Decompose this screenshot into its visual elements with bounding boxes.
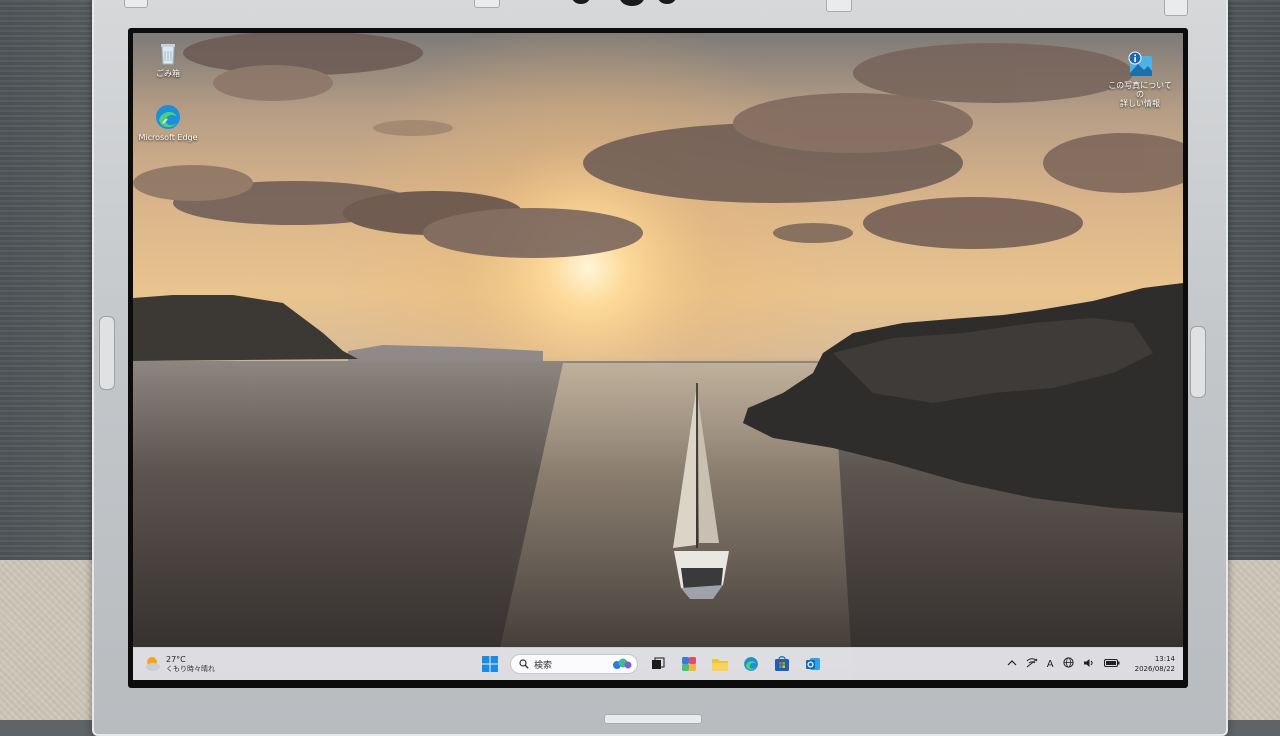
- outlook-button[interactable]: [802, 653, 824, 675]
- webcam: [620, 0, 644, 6]
- desktop-icon-recycle-bin[interactable]: ごみ箱: [133, 39, 203, 78]
- desktop-icon-edge[interactable]: Microsoft Edge: [133, 103, 203, 142]
- taskbar-search-box[interactable]: 検索: [510, 654, 638, 674]
- windows-desktop: ごみ箱 Microsoft Edge この写真についての 詳しい情報 27°C …: [133, 33, 1183, 680]
- lid-latch-left: [99, 316, 115, 390]
- desktop-icon-label: ごみ箱: [156, 69, 180, 78]
- clock-time: 13:14: [1154, 655, 1175, 663]
- clock-date: 2026/08/22: [1134, 665, 1175, 673]
- ime-indicator[interactable]: A: [1047, 659, 1054, 670]
- lid-hinge-right: [1164, 0, 1188, 16]
- lid-bump: [826, 0, 852, 12]
- widgets-button[interactable]: [678, 653, 700, 675]
- recycle-bin-icon: [154, 39, 182, 67]
- windows-start-icon: [482, 656, 498, 672]
- webcam-right: [658, 0, 676, 4]
- desktop-icon-label-line1: この写真についての: [1108, 81, 1172, 99]
- weather-condition: くもり時々晴れ: [166, 664, 215, 673]
- file-explorer-icon: [712, 659, 728, 671]
- weather-widget[interactable]: 27°C くもり時々晴れ: [143, 652, 215, 676]
- lid-hinge-left: [124, 0, 148, 8]
- desktop-icon-label-line2: 詳しい情報: [1120, 99, 1160, 108]
- speaker-icon[interactable]: [1083, 658, 1095, 671]
- edge-icon: [744, 657, 758, 671]
- task-view-icon: [652, 657, 665, 669]
- search-placeholder: 検索: [534, 660, 553, 671]
- search-icon: [519, 659, 529, 669]
- outlook-icon: [806, 658, 820, 670]
- copilot-icon: [613, 658, 632, 669]
- taskbar-clock[interactable]: 13:14 2026/08/22: [1135, 654, 1175, 674]
- webcam-left: [572, 0, 590, 4]
- lid-latch-right: [1190, 326, 1206, 398]
- microsoft-store-button[interactable]: [771, 653, 793, 675]
- wallpaper-scene: [133, 33, 1183, 680]
- weather-temp: 27°C: [166, 654, 186, 664]
- desktop-icon-label: Microsoft Edge: [138, 133, 198, 142]
- lid-bottom-tab: [604, 714, 702, 724]
- taskbar-center: 検索: [479, 652, 824, 676]
- spotlight-info-icon: [1126, 51, 1154, 79]
- widgets-icon: [682, 657, 696, 671]
- partly-cloudy-icon: [143, 655, 161, 673]
- network-off-icon[interactable]: [1026, 657, 1038, 671]
- chevron-up-icon[interactable]: [1007, 659, 1017, 670]
- task-view-button[interactable]: [647, 653, 669, 675]
- globe-icon[interactable]: [1063, 657, 1074, 671]
- microsoft-store-icon: [775, 656, 789, 671]
- desktop-icon-spotlight-info[interactable]: この写真についての 詳しい情報: [1105, 51, 1175, 108]
- battery-icon[interactable]: [1103, 658, 1120, 670]
- file-explorer-button[interactable]: [709, 653, 731, 675]
- edge-icon: [154, 103, 182, 131]
- start-button[interactable]: [479, 653, 501, 675]
- taskbar: 27°C くもり時々晴れ 検索 A 13:14 2026/08/22: [133, 647, 1183, 680]
- system-tray: A 13:14 2026/08/22: [1007, 652, 1175, 676]
- edge-taskbar-button[interactable]: [740, 653, 762, 675]
- lid-bump: [474, 0, 500, 8]
